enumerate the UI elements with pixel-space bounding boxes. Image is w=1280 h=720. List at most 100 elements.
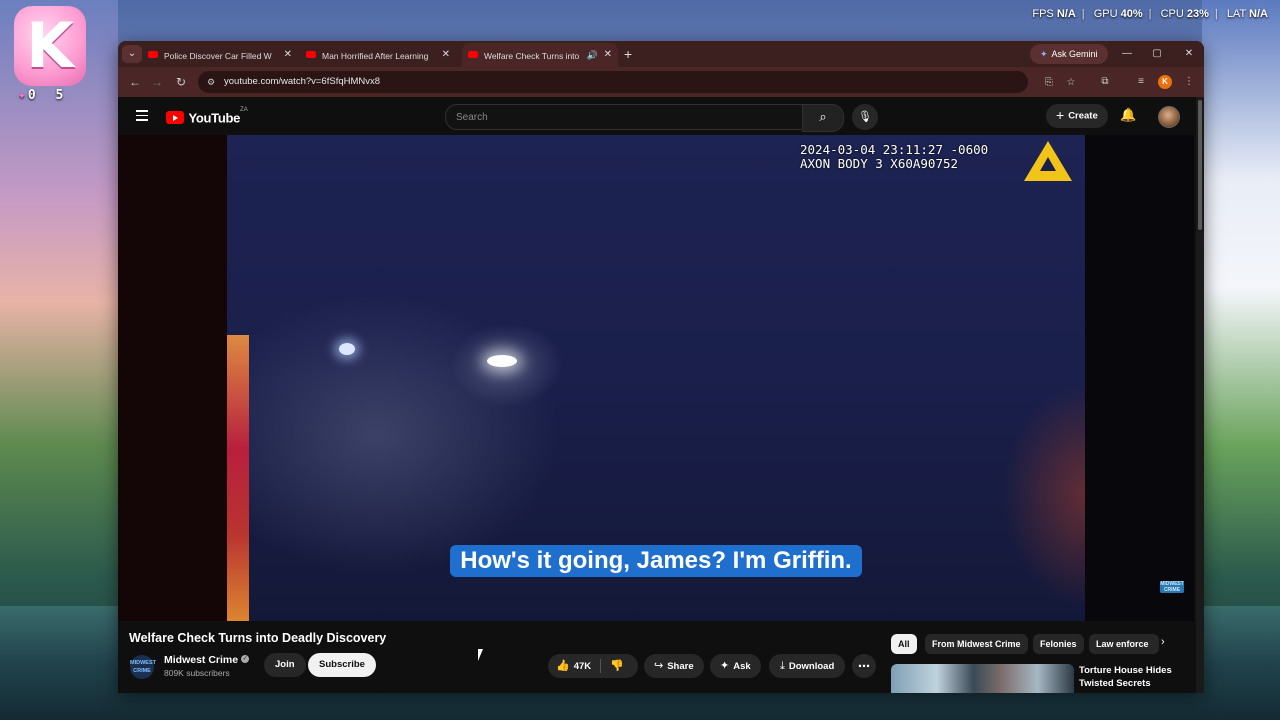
gemini-icon: ✦	[1040, 49, 1048, 59]
tab-man-horrified[interactable]: Man Horrified After Learning G ✕	[306, 43, 456, 67]
plus-icon: +	[1056, 107, 1065, 123]
fps-value: N/A	[1056, 8, 1076, 20]
close-tab-icon[interactable]: ✕	[284, 43, 292, 67]
create-button[interactable]: + Create	[1046, 104, 1108, 128]
ask-button[interactable]: ✦ Ask	[710, 654, 761, 678]
channel-avatar[interactable]: MIDWEST CRIME	[130, 655, 156, 679]
youtube-play-icon	[166, 111, 184, 125]
tab-bar: ⌄ Police Discover Car Filled With ✕ Man …	[118, 41, 1204, 67]
tab-police-discover[interactable]: Police Discover Car Filled With ✕	[148, 43, 298, 67]
user-avatar[interactable]	[1158, 106, 1180, 128]
related-video-title[interactable]: Torture House Hides Twisted Secrets	[1079, 664, 1189, 690]
back-button[interactable]: ←	[126, 73, 144, 91]
app-counter: ✦0 5	[18, 88, 69, 103]
speaker-icon[interactable]: 🔊	[587, 43, 598, 67]
media-controls-icon[interactable]: ≡	[1134, 75, 1148, 89]
scrollbar-thumb[interactable]	[1198, 100, 1202, 230]
minimize-button[interactable]: —	[1112, 41, 1142, 67]
voice-search-button[interactable]: 🎙	[852, 104, 878, 130]
video-light-glow	[339, 343, 355, 355]
browser-window: ⌄ Police Discover Car Filled With ✕ Man …	[118, 41, 1204, 693]
bodycam-timestamp: 2024-03-04 23:11:27 -0600 AXON BODY 3 X60…	[800, 143, 988, 171]
site-info-icon[interactable]: ⚙	[204, 75, 218, 89]
verified-check-icon: ✓	[241, 655, 250, 664]
tab-title: Man Horrified After Learning G	[322, 50, 430, 61]
share-button[interactable]: ↪ Share	[644, 654, 704, 678]
youtube-header: YouTubeZA ⌕ 🎙 +Create 🔔	[118, 97, 1204, 135]
like-divider	[600, 659, 601, 673]
dislike-button[interactable]: 👎	[610, 654, 624, 678]
forward-button[interactable]: →	[148, 73, 166, 91]
timestamp-line-1: 2024-03-04 23:11:27 -0600	[800, 142, 989, 157]
star-icon: ✦	[18, 88, 28, 103]
ask-gemini-button[interactable]: ✦ Ask Gemini	[1030, 44, 1108, 64]
related-filter-chips: All From Midwest Crime Felonies Law enfo…	[891, 634, 1181, 656]
chip-all[interactable]: All	[891, 634, 917, 654]
like-count: 47K	[573, 661, 592, 672]
caption-overlay: How's it going, James? I'm Griffin.	[118, 545, 1194, 577]
join-button[interactable]: Join	[264, 653, 306, 677]
url-text[interactable]: youtube.com/watch?v=6fSfqHMNvx8	[224, 71, 380, 93]
lat-label: LAT	[1226, 8, 1246, 20]
youtube-page: YouTubeZA ⌕ 🎙 +Create 🔔 2024-03-04 23:11…	[118, 97, 1204, 693]
like-dislike-group: 👍 47K 👎	[548, 654, 638, 678]
channel-name-text[interactable]: Midwest Crime	[164, 654, 238, 666]
chip-law-enforcement[interactable]: Law enforce	[1089, 634, 1159, 654]
gpu-label: GPU	[1093, 8, 1118, 20]
axon-logo-icon	[1024, 141, 1072, 181]
k-app-logo[interactable]: K	[14, 6, 86, 86]
browser-menu-icon[interactable]: ⋮	[1182, 75, 1196, 89]
tab-welfare-check[interactable]: Welfare Check Turns into D 🔊 ✕	[462, 43, 618, 67]
tab-search-button[interactable]: ⌄	[122, 45, 142, 63]
video-title: Welfare Check Turns into Deadly Discover…	[129, 631, 387, 645]
chip-felonies[interactable]: Felonies	[1033, 634, 1084, 654]
download-button[interactable]: ⤓ Download	[769, 654, 846, 678]
caption-text: How's it going, James? I'm Griffin.	[450, 545, 862, 577]
channel-name[interactable]: Midwest Crime ✓	[164, 654, 250, 666]
youtube-favicon-icon	[148, 51, 158, 59]
more-horizontal-icon: ⋯	[858, 659, 870, 673]
bookmark-star-icon[interactable]: ☆	[1064, 76, 1078, 90]
video-player[interactable]: 2024-03-04 23:11:27 -0600 AXON BODY 3 X60…	[118, 135, 1194, 621]
subscriber-count: 809K subscribers	[164, 668, 230, 678]
ask-label: Ask	[733, 661, 751, 672]
channel-watermark[interactable]: MIDWEST CRIME	[1160, 581, 1184, 593]
address-bar-row: ← → ↻ ⚙ youtube.com/watch?v=6fSfqHMNvx8 …	[118, 67, 1204, 97]
sparkle-icon: ✦	[720, 660, 730, 672]
close-tab-icon[interactable]: ✕	[604, 43, 612, 67]
profile-avatar[interactable]: K	[1158, 75, 1172, 89]
thumbs-up-icon: 👍	[556, 660, 570, 672]
close-tab-icon[interactable]: ✕	[442, 43, 450, 67]
search-button[interactable]: ⌕	[802, 104, 844, 132]
close-window-button[interactable]: ✕	[1174, 41, 1204, 67]
tab-title: Welfare Check Turns into D	[484, 50, 580, 61]
share-label: Share	[667, 661, 694, 672]
youtube-favicon-icon	[306, 51, 316, 59]
page-scrollbar[interactable]	[1196, 97, 1204, 693]
hamburger-menu-icon[interactable]	[136, 110, 148, 121]
more-actions-button[interactable]: ⋯	[852, 654, 876, 678]
counter-value: 0 5	[27, 88, 70, 103]
notifications-bell-icon[interactable]: 🔔	[1120, 107, 1136, 123]
youtube-logo[interactable]: YouTubeZA	[166, 107, 248, 127]
subscribe-button[interactable]: Subscribe	[308, 653, 376, 677]
chevron-right-icon[interactable]: ›	[1161, 636, 1165, 648]
search-icon: ⌕	[819, 109, 827, 124]
extensions-icon[interactable]: ⧉	[1098, 75, 1112, 89]
related-video-thumbnail[interactable]	[891, 664, 1074, 693]
gpu-value: 40%	[1120, 8, 1143, 20]
chip-from-channel[interactable]: From Midwest Crime	[925, 634, 1028, 654]
omnibox[interactable]: ⚙ youtube.com/watch?v=6fSfqHMNvx8 ⎘ ☆	[198, 71, 1075, 93]
install-app-icon[interactable]: ⎘	[1042, 76, 1056, 90]
new-tab-button[interactable]: +	[624, 43, 632, 65]
reload-button[interactable]: ↻	[172, 73, 190, 91]
thumbs-down-icon: 👎	[610, 660, 624, 672]
download-label: Download	[788, 661, 835, 672]
search-box	[445, 104, 803, 130]
maximize-button[interactable]: ▢	[1142, 41, 1172, 67]
cpu-value: 23%	[1186, 8, 1209, 20]
like-button[interactable]: 👍 47K	[556, 654, 591, 679]
search-input[interactable]	[446, 105, 796, 129]
microphone-icon: 🎙	[858, 111, 872, 123]
youtube-wordmark: YouTube	[188, 110, 241, 126]
